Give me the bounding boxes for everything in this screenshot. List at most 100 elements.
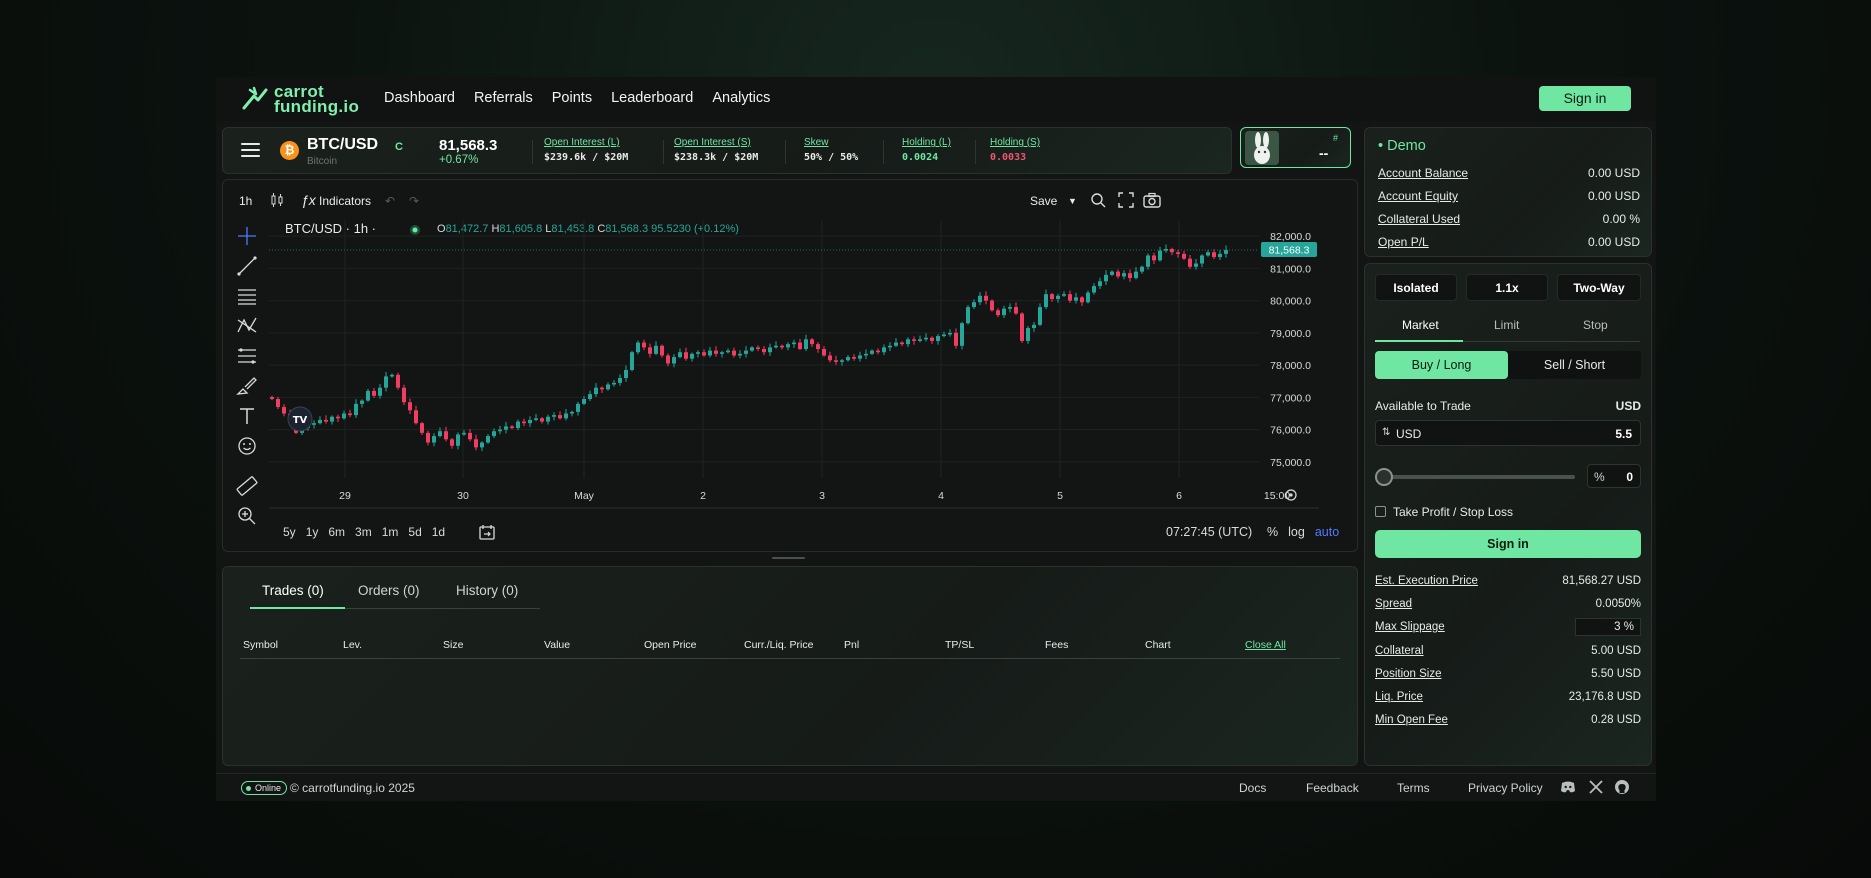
- tpsl-label[interactable]: Take Profit / Stop Loss: [1393, 505, 1659, 519]
- row-label[interactable]: Spread: [1375, 598, 1412, 610]
- candle-body: [858, 355, 862, 359]
- profile-card[interactable]: # --: [1240, 127, 1351, 168]
- range-5y[interactable]: 5y: [283, 525, 296, 539]
- interval-selector[interactable]: 1h: [239, 194, 252, 208]
- discord-icon[interactable]: [1560, 779, 1576, 795]
- candle-body: [1140, 266, 1144, 272]
- nav-points[interactable]: Points: [552, 90, 592, 106]
- tab-orders[interactable]: Orders (0): [358, 583, 420, 598]
- range-5d[interactable]: 5d: [408, 525, 421, 539]
- footer-privacy-link[interactable]: Privacy Policy: [1468, 781, 1543, 795]
- stat-label[interactable]: Skew: [804, 137, 858, 148]
- leverage-button[interactable]: 1.1x: [1466, 274, 1548, 301]
- stat-label[interactable]: Open Interest (S): [674, 137, 758, 148]
- percent-value[interactable]: 0: [1626, 470, 1633, 484]
- market-pair[interactable]: BTC/USD: [307, 136, 378, 154]
- auto-scale-button[interactable]: auto: [1315, 525, 1339, 539]
- log-scale-button[interactable]: log: [1288, 525, 1305, 539]
- nav-analytics[interactable]: Analytics: [712, 90, 770, 106]
- row-label[interactable]: Position Size: [1375, 668, 1441, 680]
- candle-body: [1170, 249, 1174, 253]
- sign-in-button[interactable]: Sign in: [1539, 86, 1631, 111]
- calendar-goto-icon[interactable]: [479, 524, 495, 540]
- github-icon[interactable]: [1614, 779, 1630, 795]
- row-label[interactable]: Open P/L: [1378, 235, 1429, 249]
- amount-value[interactable]: 5.5: [1615, 427, 1632, 441]
- tpsl-checkbox[interactable]: [1375, 506, 1386, 517]
- menu-icon[interactable]: [241, 143, 260, 157]
- candle-body: [1092, 286, 1096, 293]
- stat-label[interactable]: Holding (L): [902, 137, 951, 148]
- save-button[interactable]: Save: [1030, 194, 1057, 208]
- candle-body: [1026, 328, 1030, 341]
- trend-line-icon[interactable]: [235, 254, 259, 278]
- range-1y[interactable]: 1y: [306, 525, 319, 539]
- stat-label[interactable]: Open Interest (L): [544, 137, 628, 148]
- row-label[interactable]: Max Slippage: [1375, 621, 1445, 633]
- tab-stop[interactable]: Stop: [1583, 318, 1608, 332]
- percent-input[interactable]: % 0: [1587, 464, 1641, 488]
- row-label[interactable]: Liq. Price: [1375, 691, 1423, 703]
- quick-search-icon[interactable]: [1090, 192, 1106, 208]
- tab-trades[interactable]: Trades (0): [262, 583, 324, 598]
- buy-long-button[interactable]: Buy / Long: [1375, 351, 1508, 379]
- slippage-input[interactable]: 3 %: [1575, 618, 1641, 636]
- position-mode-button[interactable]: Two-Way: [1557, 274, 1641, 301]
- nav-referrals[interactable]: Referrals: [474, 90, 533, 106]
- row-label[interactable]: Min Open Fee: [1375, 714, 1448, 726]
- candle-type-icon[interactable]: [269, 192, 285, 208]
- fib-lines-icon[interactable]: [235, 284, 259, 308]
- candle-body: [660, 345, 664, 356]
- redo-icon[interactable]: ↷: [409, 194, 419, 208]
- footer-feedback-link[interactable]: Feedback: [1306, 781, 1359, 795]
- footer-terms-link[interactable]: Terms: [1397, 781, 1430, 795]
- crosshair-icon[interactable]: [235, 224, 259, 248]
- projection-icon[interactable]: [235, 344, 259, 368]
- range-1d[interactable]: 1d: [432, 525, 445, 539]
- row-label[interactable]: Est. Execution Price: [1375, 575, 1478, 587]
- range-6m[interactable]: 6m: [328, 525, 345, 539]
- nav-leaderboard[interactable]: Leaderboard: [611, 90, 693, 106]
- x-twitter-icon[interactable]: [1588, 779, 1604, 795]
- tab-market[interactable]: Market: [1402, 318, 1439, 332]
- logo[interactable]: carrot funding.io: [240, 83, 359, 115]
- tab-limit[interactable]: Limit: [1494, 318, 1519, 332]
- footer-docs-link[interactable]: Docs: [1239, 781, 1266, 795]
- candle-body: [648, 347, 652, 354]
- brush-icon[interactable]: [235, 374, 259, 398]
- undo-icon[interactable]: ↶: [385, 194, 395, 208]
- row-label[interactable]: Collateral Used: [1378, 212, 1460, 226]
- sell-short-button[interactable]: Sell / Short: [1508, 351, 1641, 379]
- utc-clock[interactable]: 07:27:45 (UTC): [1166, 525, 1252, 539]
- tab-history[interactable]: History (0): [456, 583, 518, 598]
- zoom-in-icon[interactable]: [235, 504, 259, 528]
- nav-dashboard[interactable]: Dashboard: [384, 90, 455, 106]
- x-tick-label: 5: [1057, 490, 1063, 502]
- fullscreen-icon[interactable]: [1118, 192, 1134, 208]
- stat-value: 50% / 50%: [804, 152, 859, 163]
- camera-icon[interactable]: [1143, 192, 1161, 208]
- resize-handle[interactable]: [772, 557, 805, 559]
- size-slider-handle[interactable]: [1375, 468, 1393, 486]
- price-chart[interactable]: 82,000.0 81,000.0 80,000.0 79,000.0 78,000.0…: [269, 220, 1329, 510]
- chevron-down-icon[interactable]: ▼: [1068, 196, 1077, 206]
- range-1m[interactable]: 1m: [382, 525, 399, 539]
- ruler-icon[interactable]: [235, 474, 259, 498]
- stat-label[interactable]: Holding (S): [990, 137, 1040, 148]
- text-tool-icon[interactable]: [235, 404, 259, 428]
- margin-mode-button[interactable]: Isolated: [1375, 274, 1457, 301]
- percent-scale-button[interactable]: %: [1267, 525, 1278, 539]
- close-all-button[interactable]: Close All: [1245, 639, 1286, 651]
- tradingview-logo-icon[interactable]: TV: [287, 406, 313, 432]
- pattern-icon[interactable]: [235, 314, 259, 338]
- emoji-icon[interactable]: [235, 434, 259, 458]
- row-label[interactable]: Collateral: [1375, 645, 1424, 657]
- swap-icon[interactable]: ⇅: [1382, 427, 1390, 438]
- amount-input[interactable]: ⇅ USD 5.5: [1375, 420, 1641, 446]
- indicators-button[interactable]: Indicators: [319, 194, 371, 208]
- size-slider-track[interactable]: [1385, 475, 1575, 479]
- row-label[interactable]: Account Equity: [1378, 189, 1458, 203]
- range-3m[interactable]: 3m: [355, 525, 372, 539]
- row-label[interactable]: Account Balance: [1378, 166, 1468, 180]
- order-sign-in-button[interactable]: Sign in: [1375, 530, 1641, 558]
